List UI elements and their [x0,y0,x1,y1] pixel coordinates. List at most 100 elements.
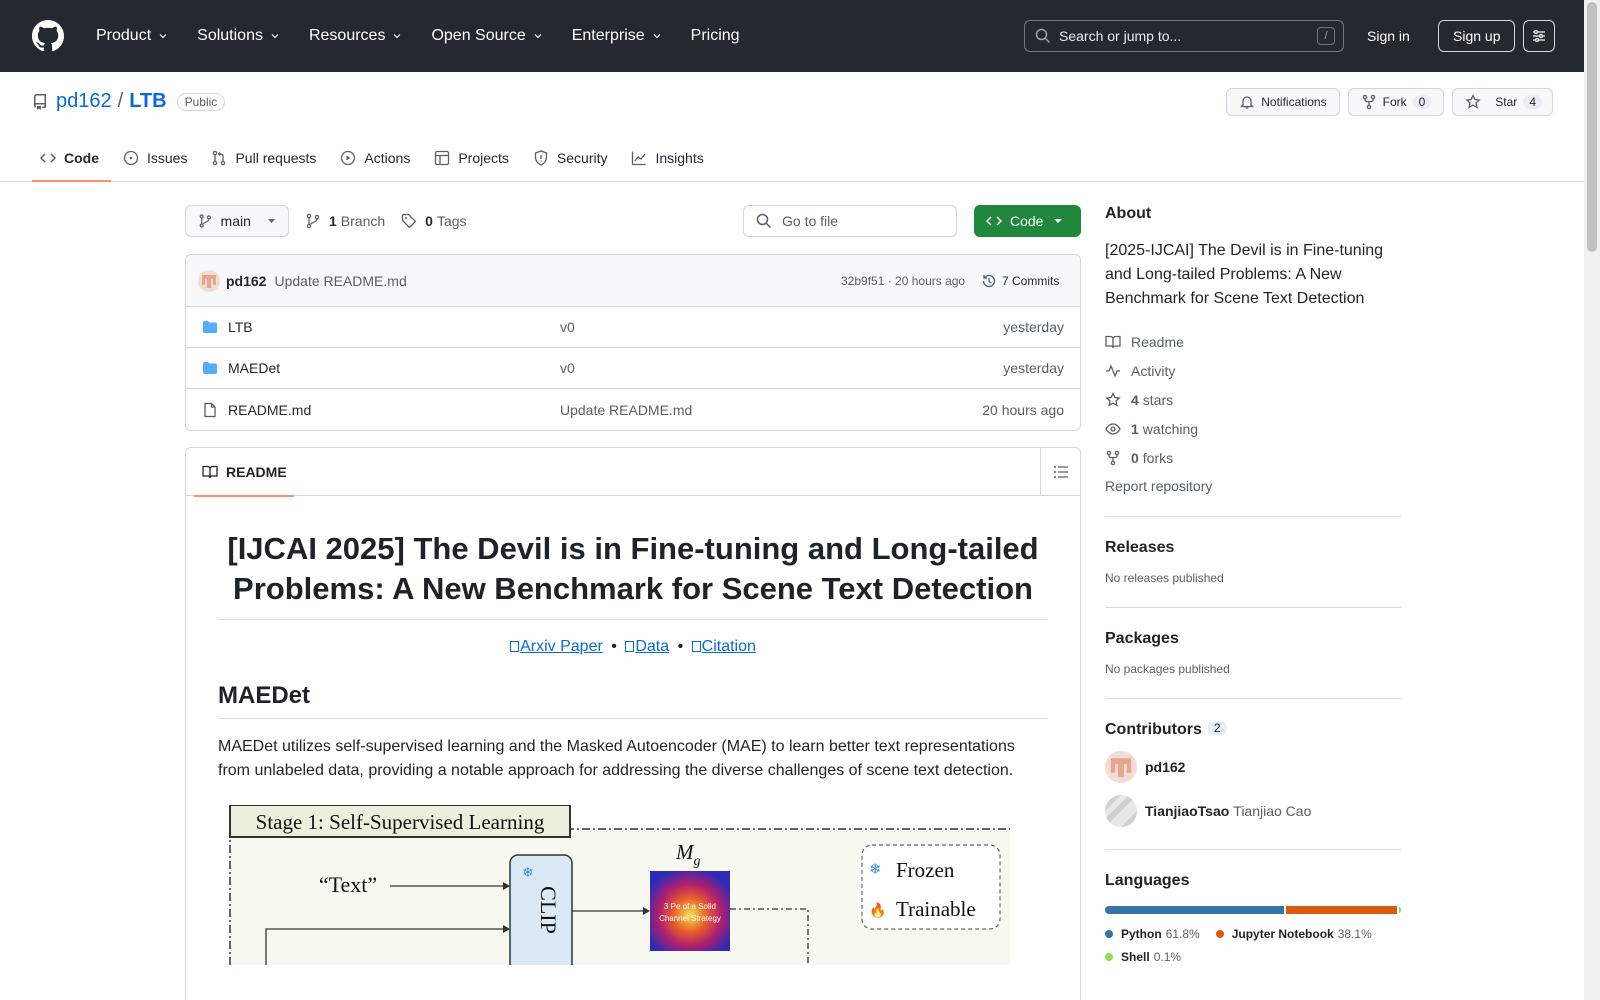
language-item[interactable]: Jupyter Notebook 38.1% [1215,922,1372,945]
file-navigation: main 1 Branch 0 Tags Go to file Code [185,205,1081,237]
outline-button[interactable] [1040,448,1080,496]
commit-author-link[interactable]: pd162 [226,273,266,289]
branches-link[interactable]: 1 Branch [305,213,385,229]
commits-history-link[interactable]: 7 Commits [981,269,1059,293]
about-description: [2025-IJCAI] The Devil is in Fine-tuning… [1105,242,1384,307]
notifications-button[interactable]: Notifications [1226,88,1340,116]
nav-enterprise[interactable]: Enterprise [562,20,673,52]
file-name-link[interactable]: MAEDet [228,360,280,376]
sliders-icon [1533,30,1545,42]
repo-owner-link[interactable]: pd162 [56,90,112,113]
avatar[interactable] [198,269,220,292]
fork-button[interactable]: Fork 0 [1347,88,1445,116]
commit-message-link[interactable]: Update README.md [274,273,406,289]
fork-count: 0 [1412,95,1432,109]
data-link[interactable]: Data [625,638,669,655]
nav-product[interactable]: Product [86,20,179,52]
star-button[interactable]: Star 4 [1452,88,1553,116]
watching-label: watching [1142,420,1199,437]
architecture-figure: Stage 1: Self-Supervised Learning “Text”… [218,805,1010,1000]
packages-heading[interactable]: Packages [1105,630,1401,648]
tab-issues[interactable]: Issues [115,134,199,182]
file-row[interactable]: LTB v0 yesterday [186,307,1080,348]
github-logo-icon[interactable] [32,20,64,52]
appearance-settings-button[interactable] [1523,20,1555,52]
file-list: pd162 Update README.md 32b9f51 · 20 hour… [185,254,1081,431]
file-commit-message[interactable]: Update README.md [560,402,692,418]
language-item[interactable]: Python 61.8% [1105,922,1200,945]
activity-link[interactable]: Activity [1105,356,1401,385]
watchers-link[interactable]: 1 watching [1105,414,1401,443]
contributor-login[interactable]: TianjiaoTsao [1145,803,1229,819]
file-commit-message[interactable]: v0 [560,360,575,376]
file-name-link[interactable]: README.md [228,402,311,418]
nav-solutions[interactable]: Solutions [187,20,291,52]
commit-sha-time[interactable]: 32b9f51 · 20 hours ago [841,274,965,288]
tab-actions[interactable]: Actions [332,134,422,182]
contributor-item[interactable]: pd162 [1105,751,1401,783]
star-count: 4 [1523,95,1542,109]
go-to-file-placeholder: Go to file [782,213,839,229]
tab-pull-requests[interactable]: Pull requests [203,134,328,182]
activity-link-label: Activity [1131,362,1176,379]
tab-insights[interactable]: Insights [623,134,715,182]
readme-tab[interactable]: README [194,448,294,497]
table-icon [435,150,450,166]
repo-name-link[interactable]: LTB [129,90,166,113]
stars-link[interactable]: 4 stars [1105,385,1401,414]
report-repository-link[interactable]: Report repository [1105,478,1401,494]
scrollbar-thumb[interactable] [1587,2,1597,252]
contributor-item[interactable]: TianjiaoTsao Tianjiao Cao [1105,795,1401,827]
contributors-heading-label: Contributors [1105,721,1202,738]
tags-link[interactable]: 0 Tags [401,213,467,229]
sign-up-button[interactable]: Sign up [1438,20,1516,52]
language-item[interactable]: Shell 0.1% [1105,945,1181,968]
global-search-input[interactable]: Search or jump to... / [1024,20,1344,52]
book-icon [1105,335,1121,348]
tab-security[interactable]: Security [525,134,620,182]
go-to-file-input[interactable]: Go to file [743,205,957,237]
packages-empty-text: No packages published [1105,662,1230,676]
snowflake-icon: ❄ [522,865,534,881]
list-icon [1053,466,1068,478]
file-row[interactable]: MAEDet v0 yesterday [186,348,1080,389]
code-icon [986,216,1002,226]
star-icon [1465,94,1481,109]
contributor-login[interactable]: pd162 [1145,759,1185,775]
branch-selector[interactable]: main [185,205,289,237]
citation-link[interactable]: Citation [691,638,756,655]
repo-path-separator: / [117,90,124,112]
notifications-label: Notifications [1261,95,1327,109]
nav-open-source[interactable]: Open Source [421,20,553,52]
packages-section: Packages No packages published [1105,607,1401,676]
releases-heading[interactable]: Releases [1105,539,1401,557]
tab-label: Actions [364,150,411,166]
tab-code[interactable]: Code [32,134,111,182]
sign-in-link[interactable]: Sign in [1353,20,1424,52]
page-scrollbar[interactable] [1584,0,1600,1000]
clip-label: CLIP [536,886,561,934]
languages-section: Languages Python 61.8% Jupyter Notebook 38… [1105,849,1401,968]
readme-link[interactable]: Readme [1105,327,1401,356]
readme-paragraph: MAEDet utilizes self-supervised learning… [218,738,1015,779]
file-name-link[interactable]: LTB [228,319,253,335]
avatar[interactable] [1105,751,1137,783]
tab-projects[interactable]: Projects [426,134,521,182]
search-icon [1035,28,1051,44]
language-percent: 61.8% [1165,926,1200,941]
nav-pricing[interactable]: Pricing [681,20,750,52]
code-dropdown-button[interactable]: Code [974,205,1081,237]
link-glyph-icon [625,641,635,652]
file-row[interactable]: README.md Update README.md 20 hours ago [186,389,1080,430]
arxiv-paper-link[interactable]: Arxiv Paper [510,638,603,655]
nav-resources[interactable]: Resources [299,20,413,52]
releases-empty-text: No releases published [1105,571,1224,585]
play-icon [341,150,356,166]
avatar[interactable] [1105,795,1137,827]
heatmap-image [650,871,730,951]
file-commit-message[interactable]: v0 [560,319,575,335]
contributors-heading[interactable]: Contributors 2 [1105,721,1401,739]
contributors-count: 2 [1207,721,1227,735]
forks-link[interactable]: 0 forks [1105,443,1401,472]
link-label: Arxiv Paper [520,638,603,655]
